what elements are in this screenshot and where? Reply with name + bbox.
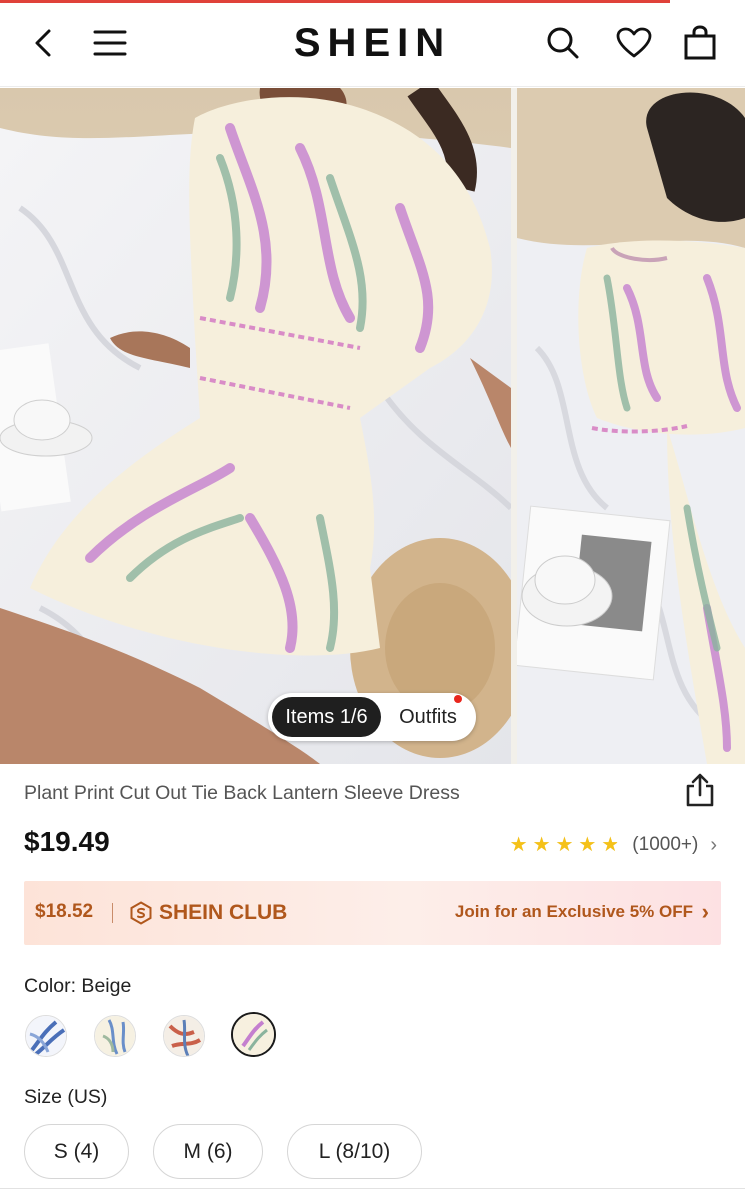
club-join-link[interactable]: Join for an Exclusive 5% OFF (455, 902, 693, 922)
color-swatch-red-blue[interactable] (163, 1015, 205, 1057)
club-name: SHEIN CLUB (159, 901, 288, 924)
star-rating-icon: ★★★★★ ★★★★★ (509, 834, 625, 856)
gallery-toggle: Items 1/6 Outfits (268, 693, 476, 741)
color-swatch-blue-floral[interactable] (25, 1015, 67, 1057)
app-header: SHEIN (0, 3, 745, 87)
size-label: Size (US) (24, 1086, 108, 1108)
shein-club-logo: SHEIN CLUB (129, 899, 287, 927)
size-option-m[interactable]: M (6) (153, 1124, 263, 1179)
share-icon[interactable] (680, 770, 720, 810)
outfits-tab[interactable]: Outfits (385, 697, 471, 737)
club-badge-icon (130, 901, 152, 925)
new-indicator-dot (454, 695, 462, 703)
bag-icon[interactable] (678, 21, 722, 65)
shein-club-banner[interactable]: $18.52 SHEIN CLUB Join for an Exclusive … (24, 881, 721, 945)
search-icon[interactable] (541, 21, 585, 65)
color-swatch-cream-blue[interactable] (94, 1015, 136, 1057)
rating-summary[interactable]: ★★★★★ ★★★★★ (1000+) › (510, 832, 717, 858)
divider (0, 1188, 745, 1189)
color-label: Color: Beige (24, 975, 132, 997)
review-count: (1000+) (632, 834, 699, 855)
divider (112, 903, 113, 923)
chevron-right-icon: › (710, 833, 717, 856)
product-title: Plant Print Cut Out Tie Back Lantern Sle… (24, 782, 460, 804)
product-image-gallery[interactable]: Items 1/6 Outfits (0, 88, 745, 764)
size-option-l[interactable]: L (8/10) (287, 1124, 422, 1179)
items-counter-tab[interactable]: Items 1/6 (272, 697, 381, 737)
chevron-right-icon: › (701, 899, 709, 924)
color-swatch-beige[interactable] (233, 1014, 274, 1055)
size-option-s[interactable]: S (4) (24, 1124, 129, 1179)
product-photo-main[interactable] (0, 88, 511, 764)
club-price: $18.52 (35, 901, 94, 922)
product-price: $19.49 (24, 826, 110, 857)
heart-icon[interactable] (612, 21, 656, 65)
product-photo-next[interactable] (517, 88, 745, 764)
